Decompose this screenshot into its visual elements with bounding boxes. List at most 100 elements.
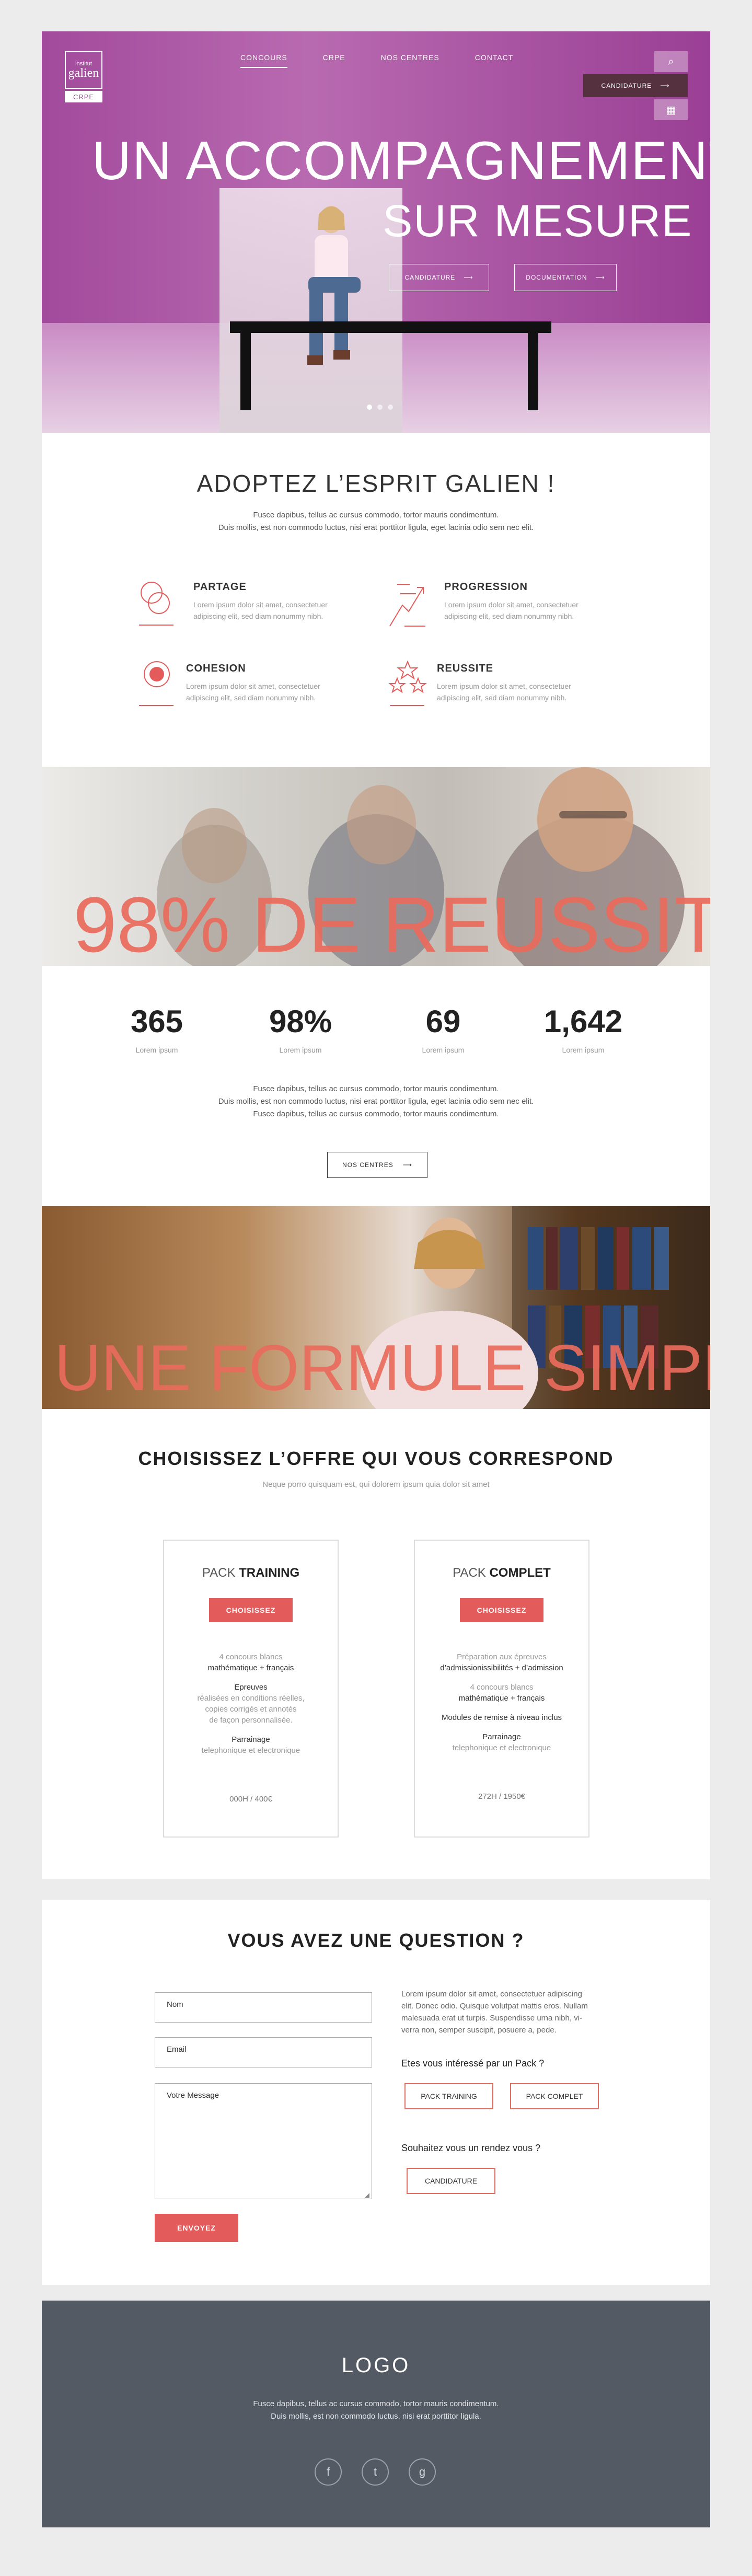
- appointment-question: Souhaitez vous un rendez vous ?: [401, 2143, 541, 2153]
- stat-item: 1,642 Lorem ipsum: [520, 1003, 646, 1054]
- pack-training-card: PACK TRAINING CHOISISSEZ 4 concours blan…: [163, 1540, 339, 1838]
- feature-title: PROGRESSION: [444, 581, 528, 593]
- pack-price: 000H / 400€: [229, 1795, 272, 1804]
- footer: LOGO Fusce dapibus, tellus ac cursus com…: [42, 2301, 710, 2527]
- footer-logo[interactable]: LOGO: [42, 2354, 710, 2377]
- stats-section: 365 Lorem ipsum 98% Lorem ipsum 69 Lorem…: [42, 966, 710, 1206]
- message-placeholder: Votre Message: [167, 2091, 219, 2100]
- pack-complet-title: PACK COMPLET: [415, 1566, 588, 1580]
- logo-big-text: galien: [68, 66, 99, 80]
- feature-text: Lorem ipsum dolor sit amet, consectetuer…: [444, 600, 579, 620]
- hero-documentation-label: DOCUMENTATION: [526, 274, 587, 281]
- stat-item: 98% Lorem ipsum: [238, 1003, 363, 1054]
- nav-crpe[interactable]: CRPE: [323, 53, 345, 68]
- email-field[interactable]: Email: [155, 2037, 372, 2067]
- pack-question: Etes vous intéressé par un Pack ?: [401, 2058, 545, 2069]
- hero-title-line2: SUR MESURE: [383, 196, 693, 246]
- feature-cohesion: COHESION Lorem ipsum dolor sit amet, con…: [136, 660, 376, 712]
- nav-concours[interactable]: CONCOURS: [240, 53, 287, 68]
- facebook-icon[interactable]: f: [315, 2458, 342, 2486]
- stat-item: 365 Lorem ipsum: [94, 1003, 219, 1054]
- pack-line: mathématique + français: [207, 1664, 294, 1672]
- slider-dot[interactable]: [367, 405, 372, 410]
- logo-small-text: institut: [75, 60, 92, 67]
- stats-text-line: Duis mollis, est non commodo luctus, nis…: [218, 1097, 534, 1106]
- candidature-top-label: CANDIDATURE: [601, 82, 652, 89]
- esprit-text-line: Duis mollis, est non commodo luctus, nis…: [218, 523, 534, 532]
- footer-text-line: Duis mollis, est non commodo luctus, nis…: [271, 2412, 481, 2421]
- pack-training-button[interactable]: PACK TRAINING: [404, 2083, 493, 2109]
- nav-contact[interactable]: CONTACT: [475, 53, 514, 68]
- esprit-text-line: Fusce dapibus, tellus ac cursus commodo,…: [253, 511, 499, 519]
- stats-text-line: Fusce dapibus, tellus ac cursus commodo,…: [253, 1110, 499, 1118]
- pack-line: 4 concours blancs: [470, 1683, 534, 1692]
- name-field[interactable]: Nom: [155, 1992, 372, 2023]
- bench-leg-right: [528, 332, 538, 410]
- offer-title: CHOISISSEZ L’OFFRE QUI VOUS CORRESPOND: [138, 1448, 614, 1469]
- target-icon: [139, 661, 173, 706]
- hero-section: institut galien CRPE CONCOURS CRPE NOS C…: [42, 31, 710, 433]
- pack-line: 4 concours blancs: [219, 1653, 283, 1661]
- stat-label: Lorem ipsum: [422, 1046, 465, 1054]
- stat-item: 69 Lorem ipsum: [380, 1003, 506, 1054]
- hero-title-line1: UN ACCOMPAGNEMENT: [92, 131, 710, 191]
- feature-title: REUSSITE: [437, 663, 494, 674]
- hero-documentation-button[interactable]: DOCUMENTATION ⟶: [514, 264, 617, 291]
- logo-mark: institut galien: [65, 51, 102, 89]
- nav-nos-centres[interactable]: NOS CENTRES: [381, 53, 439, 68]
- pack-line: telephonique et electronique: [201, 1746, 300, 1755]
- circles-icon: [139, 582, 173, 626]
- logo[interactable]: institut galien CRPE: [65, 51, 102, 103]
- pack-line: de façon personnalisée.: [209, 1716, 293, 1725]
- contact-intro-line: malesuada erat ut turpis. Suspendisse ur…: [401, 2014, 583, 2023]
- contact-title: VOUS AVEZ UNE QUESTION ?: [227, 1930, 525, 1951]
- pack-line: mathématique + français: [458, 1694, 545, 1703]
- nos-centres-button[interactable]: NOS CENTRES ⟶: [327, 1152, 427, 1178]
- choose-training-button[interactable]: CHOISISSEZ: [209, 1598, 293, 1622]
- stat-value: 69: [425, 1004, 461, 1039]
- menu-icon[interactable]: ▦: [654, 99, 688, 120]
- footer-text: Fusce dapibus, tellus ac cursus commodo,…: [42, 2398, 710, 2423]
- footer-text-line: Fusce dapibus, tellus ac cursus commodo,…: [253, 2399, 499, 2408]
- search-icon[interactable]: ⌕: [654, 51, 688, 72]
- choose-complet-button[interactable]: CHOISISSEZ: [460, 1598, 543, 1622]
- contact-intro-line: Lorem ipsum dolor sit amet, consectetuer…: [401, 1990, 582, 1999]
- stat-value: 1,642: [543, 1004, 623, 1039]
- message-field[interactable]: Votre Message ◢: [155, 2083, 372, 2199]
- pack-line: copies corrigés et annotés: [205, 1705, 297, 1714]
- esprit-title: ADOPTEZ L’ESPRIT GALIEN !: [196, 470, 556, 497]
- stat-label: Lorem ipsum: [562, 1046, 605, 1054]
- pack-complet-button[interactable]: PACK COMPLET: [510, 2083, 599, 2109]
- hero-candidature-button[interactable]: CANDIDATURE ⟶: [389, 264, 489, 291]
- pack-prefix: PACK: [202, 1566, 236, 1580]
- stat-value: 98%: [269, 1004, 332, 1039]
- twitter-icon[interactable]: t: [362, 2458, 389, 2486]
- slider-dot[interactable]: [388, 405, 393, 410]
- slider-dot[interactable]: [377, 405, 383, 410]
- bench-leg-left: [240, 332, 251, 410]
- pack-line: Epreuves: [234, 1683, 268, 1692]
- formula-banner: UNE FORMULE SIMPLE: [42, 1206, 710, 1409]
- candidature-top-button[interactable]: CANDIDATURE ⟶: [583, 74, 688, 97]
- contact-intro-line: verra non, semper suscipit, posuere a, p…: [401, 2026, 557, 2035]
- candidature-button[interactable]: CANDIDATURE: [407, 2168, 495, 2194]
- resize-handle-icon[interactable]: ◢: [365, 2191, 369, 2199]
- feature-reussite: REUSSITE Lorem ipsum dolor sit amet, con…: [387, 660, 627, 712]
- stars-icon: [388, 660, 427, 706]
- bench: [230, 321, 551, 333]
- logo-tag: CRPE: [65, 91, 102, 102]
- send-button[interactable]: ENVOYEZ: [155, 2214, 238, 2242]
- pack-prefix: PACK: [453, 1566, 486, 1580]
- feature-text: Lorem ipsum dolor sit amet, consectetuer…: [186, 682, 320, 702]
- google-icon[interactable]: g: [409, 2458, 436, 2486]
- pack-line: Parrainage: [482, 1732, 521, 1741]
- main-nav: CONCOURS CRPE NOS CENTRES CONTACT: [240, 53, 549, 68]
- arrow-right-icon: ⟶: [595, 274, 605, 281]
- esprit-section: ADOPTEZ L’ESPRIT GALIEN ! Fusce dapibus,…: [42, 433, 710, 767]
- arrow-right-icon: ⟶: [464, 274, 473, 281]
- pack-line: Parrainage: [232, 1735, 270, 1744]
- feature-text: Lorem ipsum dolor sit amet, consectetuer…: [437, 682, 571, 702]
- hero-person-image: [307, 206, 361, 365]
- arrow-right-icon: ⟶: [660, 82, 670, 89]
- feature-partage: PARTAGE Lorem ipsum dolor sit amet, cons…: [136, 578, 376, 630]
